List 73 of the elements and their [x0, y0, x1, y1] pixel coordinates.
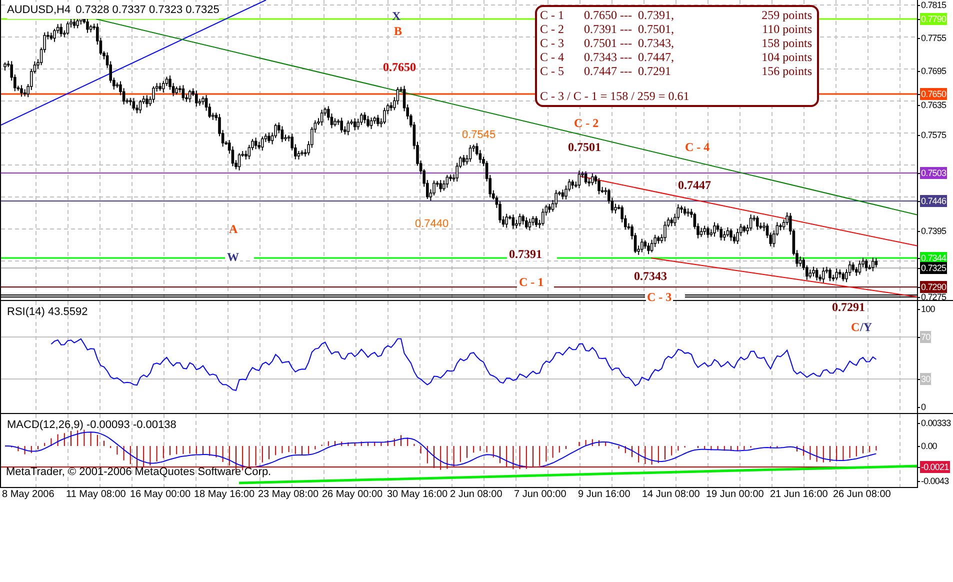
- chart-annotation: 0.7545: [461, 129, 497, 142]
- chart-annotation: W: [226, 251, 240, 264]
- wave-label: C - 1: [540, 8, 565, 22]
- axis-tick-label: 0.7755: [920, 32, 948, 44]
- time-axis-label: 14 Jun 08:00: [642, 489, 700, 501]
- price-marker-label: 30: [920, 373, 932, 385]
- points-value: 110 points: [761, 22, 812, 36]
- chart-annotation: A: [228, 223, 239, 236]
- axis-tick-label: 100: [920, 303, 936, 315]
- time-axis-label: 23 May 08:00: [258, 489, 319, 501]
- chart-annotation: 0.7501: [567, 141, 602, 154]
- chart-annotation: /Y: [859, 321, 873, 334]
- wave-label: C - 3: [540, 36, 565, 50]
- copyright-text: MetaTrader, © 2001-2006 MetaQuotes Software Corp.: [6, 465, 272, 480]
- price-marker-label: 0.7503: [920, 167, 948, 179]
- chart-annotation: C - 3: [646, 291, 673, 304]
- time-axis-label: 11 May 08:00: [66, 489, 126, 501]
- chart-annotation: 0.7391: [508, 248, 543, 261]
- price-range: 0.7447 --- 0.7291: [584, 64, 672, 78]
- axis-tick-label: 0.7815: [920, 0, 948, 11]
- ratio-text: C - 3 / C - 1 = 158 / 259 = 0.61: [540, 89, 690, 103]
- time-axis-label: 8 May 2006: [2, 489, 54, 501]
- points-value: 156 points: [760, 64, 812, 78]
- chart-annotation: 0.7650: [382, 61, 417, 74]
- chart-annotation: 0.7343: [633, 270, 668, 283]
- wave-label: C - 4: [540, 50, 565, 64]
- price-range: 0.7501 --- 0.7343,: [584, 36, 675, 50]
- wave-label: C - 5: [540, 64, 565, 78]
- time-axis-label: 26 Jun 08:00: [833, 489, 891, 501]
- chart-annotation: C - 1: [518, 276, 545, 289]
- ohlc-values: 0.7328 0.7337 0.7323 0.7325: [76, 3, 220, 18]
- rsi-title: RSI(14) 43.5592: [7, 305, 88, 320]
- axis-tick-label: 0: [920, 401, 927, 413]
- price-range: 0.7650 --- 0.7391,: [584, 8, 675, 22]
- price-range: 0.7391 --- 0.7501,: [584, 22, 675, 36]
- points-value: 158 points: [760, 36, 812, 50]
- price-marker-label: 0.7325: [920, 262, 948, 274]
- axis-tick-label: 0.00333: [920, 417, 952, 429]
- price-marker-label: 0.7290: [920, 281, 948, 293]
- price-marker-label: 70: [920, 331, 932, 343]
- price-range: 0.7343 --- 0.7447,: [584, 50, 675, 64]
- axis-tick-label: 0.7395: [920, 225, 948, 237]
- chart-annotation: B: [393, 25, 404, 38]
- time-axis-label: 18 May 16:00: [194, 489, 255, 501]
- axis-tick-label: -0.0043: [920, 475, 950, 487]
- macd-title: MACD(12,26,9) -0.00093 -0.00138: [7, 418, 176, 433]
- time-axis-label: 2 Jun 08:00: [450, 489, 502, 501]
- price-marker-label: -0.0021: [920, 461, 950, 473]
- chart-annotation: 0.7447: [677, 179, 712, 192]
- axis-tick-label: 0.7275: [920, 291, 948, 303]
- axis-tick-label: 0.7695: [920, 65, 948, 77]
- time-axis-label: 16 May 00:00: [130, 489, 191, 501]
- chart-annotation: C - 2: [573, 117, 600, 130]
- points-value: 104 points: [760, 50, 812, 64]
- axis-tick-label: 0.00: [920, 440, 938, 452]
- symbol-label: AUDUSD,H4: [7, 3, 71, 18]
- points-value: 259 points: [760, 8, 812, 22]
- wave-label: C - 2: [540, 22, 565, 36]
- price-marker-label: 0.7446: [920, 195, 948, 207]
- time-axis-label: 19 Jun 00:00: [706, 489, 764, 501]
- price-marker-label: 0.7790: [920, 13, 948, 25]
- price-marker-label: 0.7650: [920, 88, 948, 100]
- chart-annotation: 0.7440: [414, 218, 450, 231]
- chart-annotation: C - 4: [684, 141, 711, 154]
- chart-annotation: 0.7291: [831, 301, 866, 314]
- time-axis-label: 26 May 00:00: [322, 489, 383, 501]
- time-axis-label: 21 Jun 16:00: [770, 489, 828, 501]
- time-axis-label: 9 Jun 16:00: [578, 489, 630, 501]
- axis-tick-label: 0.7635: [920, 99, 948, 111]
- axis-tick-label: 0.7575: [920, 129, 948, 141]
- time-axis-label: 7 Jun 00:00: [514, 489, 566, 501]
- time-axis-label: 30 May 16:00: [387, 489, 448, 501]
- chart-annotation: C: [850, 321, 860, 334]
